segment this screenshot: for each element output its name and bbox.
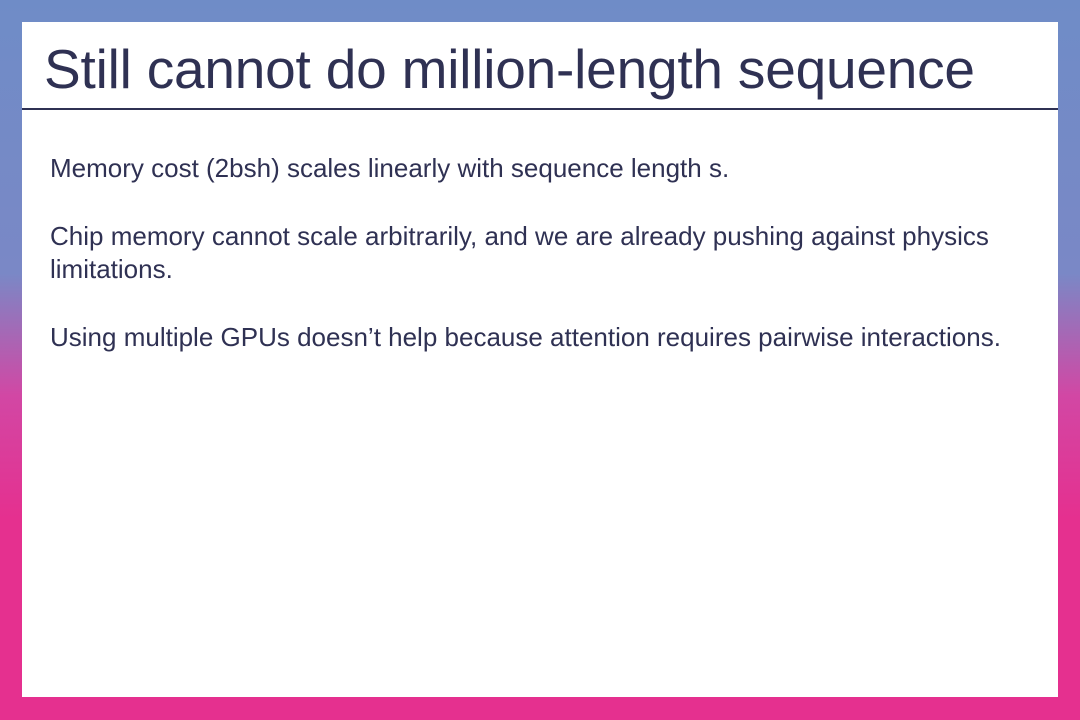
paragraph-multiple-gpus: Using multiple GPUs doesn’t help because… <box>50 322 1001 352</box>
slide-title: Still cannot do million-length sequence <box>44 38 975 100</box>
title-divider <box>22 108 1058 110</box>
slide: Still cannot do million-length sequence … <box>22 22 1058 697</box>
paragraph-chip-memory: Chip memory cannot scale arbitrarily, an… <box>50 221 989 284</box>
paragraph-memory-cost: Memory cost (2bsh) scales linearly with … <box>50 153 730 183</box>
slide-body: Memory cost (2bsh) scales linearly with … <box>50 152 1050 389</box>
